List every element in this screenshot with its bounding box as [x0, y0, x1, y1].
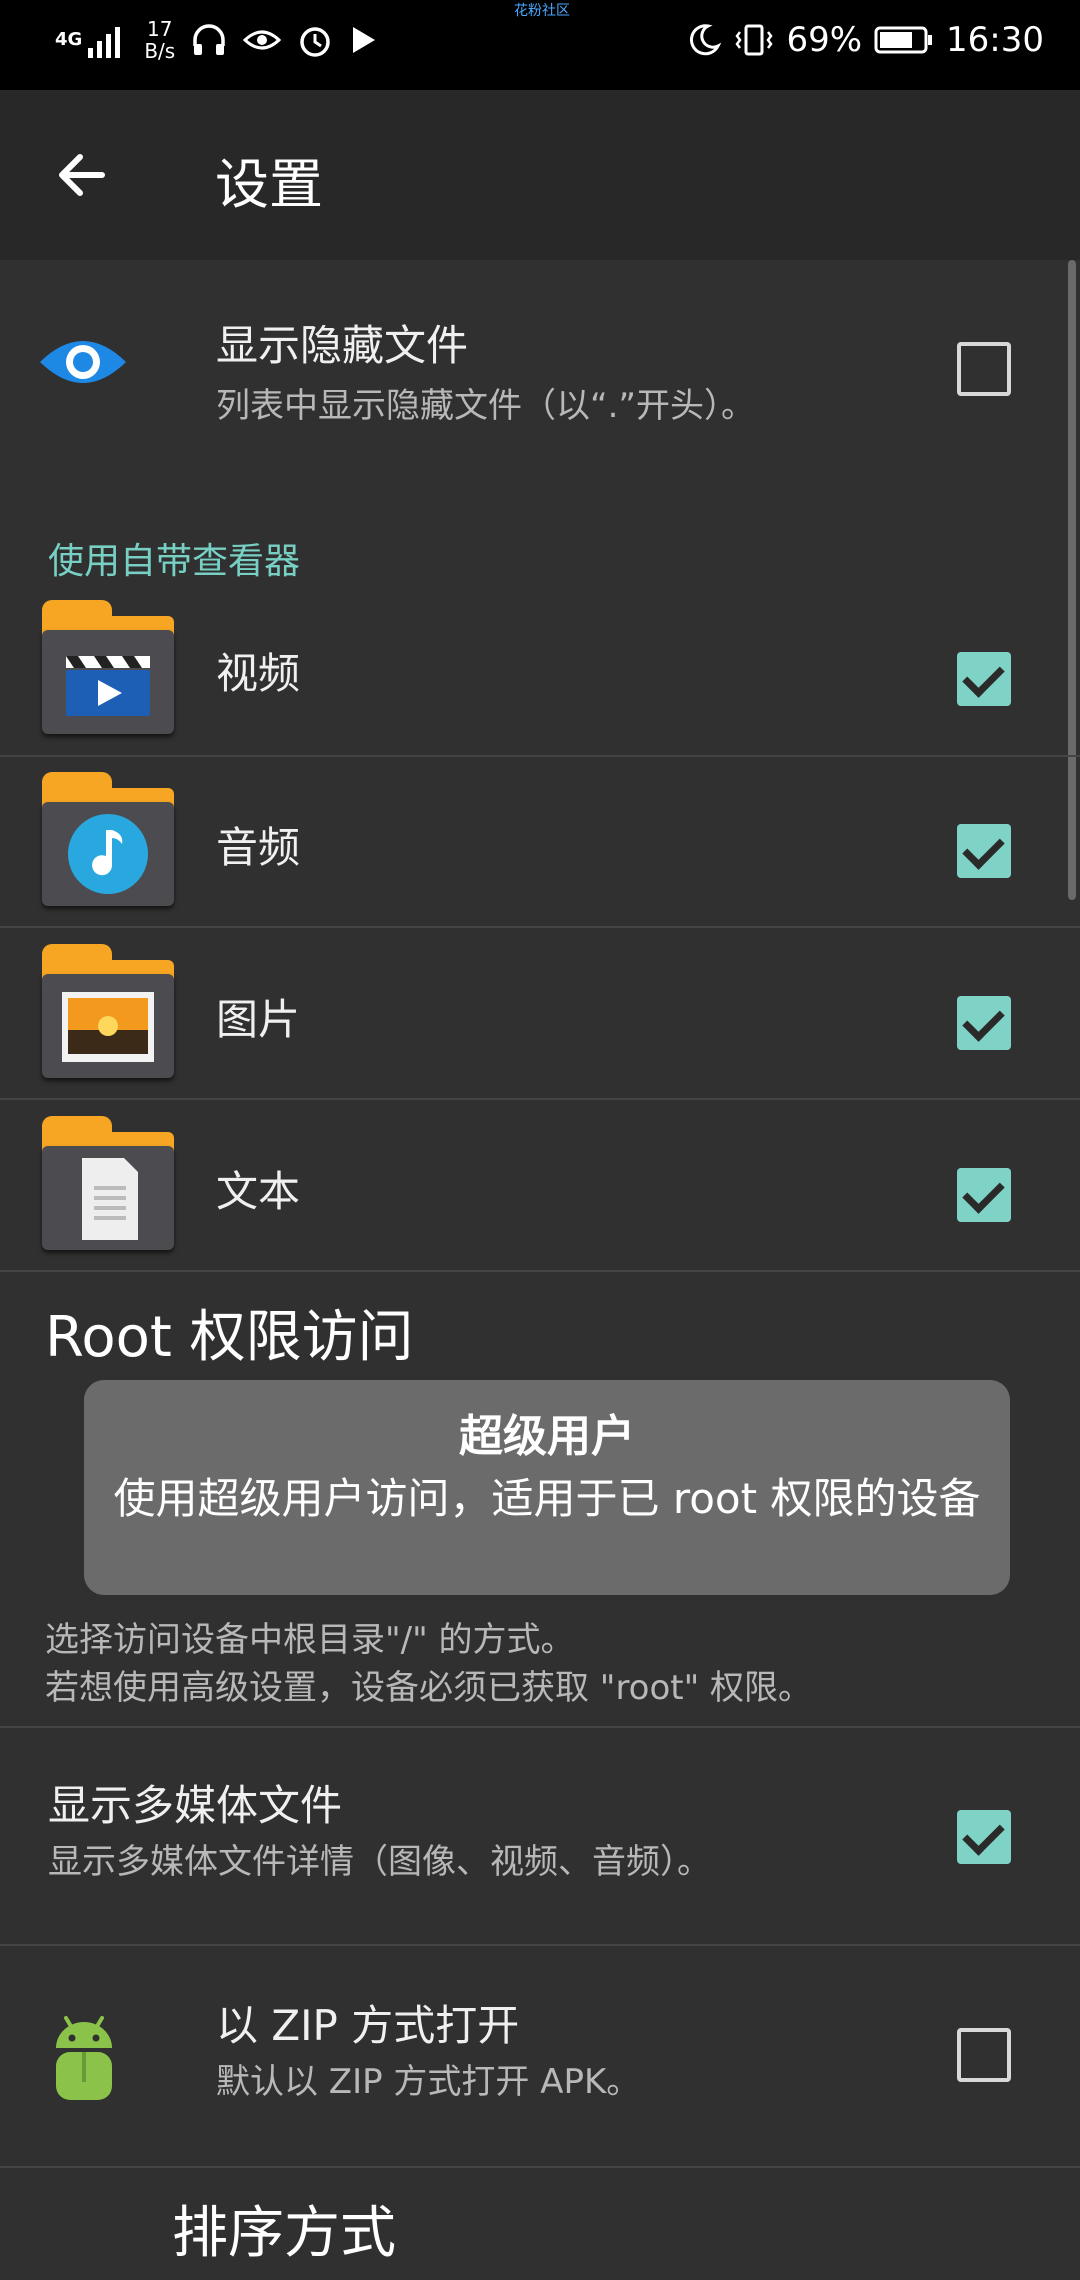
alarm-icon	[300, 27, 330, 57]
hidden-files-label: 显示隐藏文件	[216, 321, 469, 370]
root-access-summary-line2: 若想使用高级设置，设备必须已获取 "root" 权限。	[45, 1668, 813, 1708]
viewer-row-video[interactable]: 视频	[0, 600, 1080, 770]
toast-title: 超级用户	[459, 1411, 635, 1462]
divider	[0, 2166, 1080, 2168]
divider	[0, 755, 1080, 757]
multimedia-checkbox[interactable]	[957, 1810, 1011, 1864]
signal-group: 4G	[55, 22, 128, 58]
network-speed: 17 B/s	[144, 18, 175, 62]
divider	[0, 1098, 1080, 1100]
viewer-row-text[interactable]: 文本	[0, 1116, 1080, 1286]
network-type: 4G	[55, 29, 83, 50]
image-folder-icon	[42, 944, 174, 1078]
viewer-label-video: 视频	[216, 649, 301, 698]
toast-message: 使用超级用户访问，适用于已 root 权限的设备	[113, 1474, 981, 1523]
root-access-title: Root 权限访问	[45, 1305, 414, 1370]
eye-icon	[40, 341, 126, 383]
viewer-row-images[interactable]: 图片	[0, 944, 1080, 1114]
viewer-checkbox-audio[interactable]	[957, 824, 1011, 878]
play-icon	[353, 27, 376, 53]
viewer-row-audio[interactable]: 音频	[0, 772, 1080, 942]
viewer-label-text: 文本	[216, 1167, 301, 1216]
multimedia-row[interactable]: 显示多媒体文件 显示多媒体文件详情（图像、视频、音频）。	[0, 1728, 1080, 1948]
viewer-checkbox-video[interactable]	[957, 652, 1011, 706]
viewer-checkbox-text[interactable]	[957, 1168, 1011, 1222]
viewer-checkbox-images[interactable]	[957, 996, 1011, 1050]
page-title: 设置	[215, 153, 323, 216]
multimedia-label: 显示多媒体文件	[48, 1781, 343, 1830]
speed-unit: B/s	[144, 39, 176, 63]
text-folder-icon	[42, 1116, 174, 1250]
status-right: 69% 16:30	[686, 20, 1044, 60]
hidden-files-row[interactable]: 显示隐藏文件 列表中显示隐藏文件（以“.”开头）。	[0, 260, 1080, 480]
audio-folder-icon	[42, 772, 174, 906]
top-label: 花粉社区	[514, 3, 570, 19]
status-bar: 花粉社区 4G 17 B/s 69% 16:30	[0, 0, 1080, 90]
divider	[0, 926, 1080, 928]
video-folder-icon	[42, 600, 174, 734]
headphones-icon	[193, 24, 225, 55]
back-arrow-icon[interactable]	[52, 145, 112, 205]
signal-icon	[88, 27, 121, 58]
viewer-label-images: 图片	[216, 995, 301, 1044]
battery-icon	[874, 26, 933, 54]
viewer-label-audio: 音频	[216, 823, 301, 872]
toolbar: 设置	[0, 90, 1080, 260]
clock: 16:30	[946, 20, 1044, 60]
superuser-toast: 超级用户 使用超级用户访问，适用于已 root 权限的设备	[84, 1380, 1010, 1595]
hidden-files-checkbox[interactable]	[957, 342, 1011, 396]
status-left: 4G 17 B/s	[55, 18, 379, 62]
zip-label: 以 ZIP 方式打开	[216, 2001, 520, 2050]
root-access-summary-line1: 选择访问设备中根目录"/" 的方式。	[45, 1620, 575, 1660]
speed-value: 17	[147, 17, 173, 41]
battery-percent: 69%	[786, 20, 863, 60]
zip-row[interactable]: 以 ZIP 方式打开 默认以 ZIP 方式打开 APK。	[0, 1946, 1080, 2166]
hidden-files-summary: 列表中显示隐藏文件（以“.”开头）。	[216, 386, 756, 426]
moon-icon	[690, 24, 722, 56]
eye-comfort-icon	[243, 30, 282, 50]
zip-summary: 默认以 ZIP 方式打开 APK。	[216, 2062, 641, 2102]
android-icon	[56, 2016, 112, 2100]
settings-list: 显示隐藏文件 列表中显示隐藏文件（以“.”开头）。 使用自带查看器 视频 音频 …	[0, 260, 1080, 2280]
vibrate-icon	[735, 24, 773, 56]
zip-checkbox[interactable]	[957, 2028, 1011, 2082]
viewer-section-header: 使用自带查看器	[48, 541, 301, 582]
sort-title[interactable]: 排序方式	[172, 2188, 396, 2269]
multimedia-summary: 显示多媒体文件详情（图像、视频、音频）。	[48, 1842, 711, 1882]
